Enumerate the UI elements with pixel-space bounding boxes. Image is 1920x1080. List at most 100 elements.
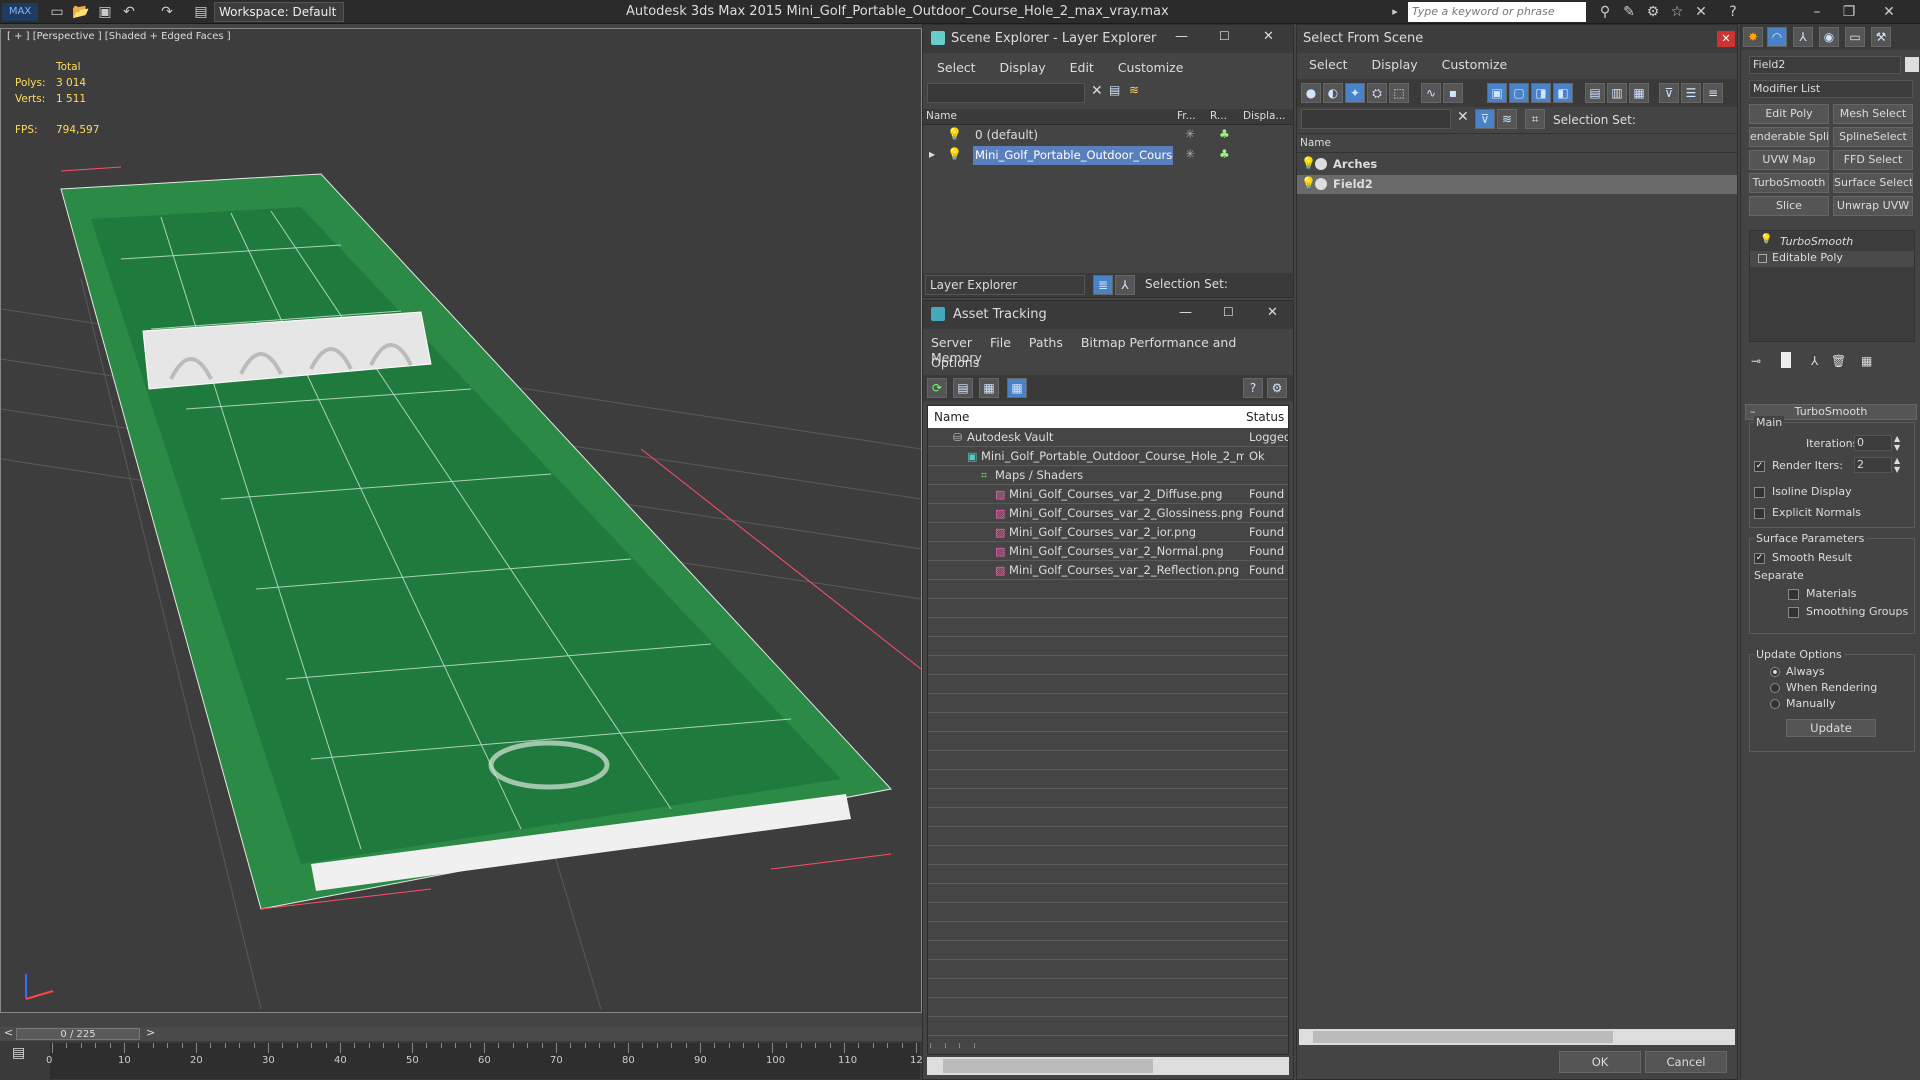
prev-frame-icon[interactable]: < — [4, 1026, 13, 1039]
close-icon[interactable]: ✕ — [1880, 3, 1898, 21]
max-logo-icon[interactable]: MAX — [2, 3, 38, 21]
workspace-dropdown[interactable]: Workspace: Default — [214, 2, 344, 22]
asset-row[interactable]: ▨ Mini_Golf_Courses_var_2_Glossiness.png F… — [928, 504, 1288, 523]
settings-icon[interactable]: ⚙ — [1267, 378, 1287, 398]
menu-select[interactable]: Select — [937, 60, 976, 75]
menu-paths[interactable]: Paths — [1029, 335, 1063, 350]
close-icon[interactable]: ✕ — [1267, 305, 1278, 320]
minimize-icon[interactable]: — — [1179, 305, 1192, 320]
update-button[interactable]: Update — [1786, 719, 1876, 737]
undo-icon[interactable]: ↶ — [120, 3, 138, 21]
menu-customize[interactable]: Customize — [1442, 57, 1508, 72]
modifier-button[interactable]: Mesh Select — [1833, 104, 1913, 124]
hierarchy-tab-icon[interactable]: ⅄ — [1793, 27, 1813, 47]
modifier-button[interactable]: UVW Map — [1749, 150, 1829, 170]
select-all-icon[interactable]: ▣ — [1487, 83, 1507, 103]
spinner-arrows-icon[interactable]: ▲ ▼ — [1894, 456, 1900, 474]
spinner-arrows-icon[interactable]: ▲ ▼ — [1894, 434, 1900, 452]
freeze-icon[interactable]: ✳ — [1185, 127, 1195, 141]
pin-stack-icon[interactable]: ⊸ — [1751, 354, 1761, 368]
scene-search-field[interactable] — [927, 83, 1085, 103]
make-unique-icon[interactable]: ⅄ — [1811, 354, 1818, 368]
display-lights-icon[interactable]: ✦ — [1345, 83, 1365, 103]
column-name[interactable]: Name — [926, 110, 957, 122]
perspective-viewport[interactable]: [ + ] [Perspective ] [Shaded + Edged Fac… — [0, 28, 922, 1013]
time-slider[interactable]: < 0 / 225 > — [0, 1026, 922, 1041]
help-icon[interactable]: ? — [1243, 378, 1263, 398]
menu-select[interactable]: Select — [1309, 57, 1348, 72]
select-dependents-icon[interactable]: ◧ — [1553, 83, 1573, 103]
filter-icon[interactable]: ▤ — [1109, 83, 1120, 97]
create-tab-icon[interactable]: ✸ — [1743, 27, 1763, 47]
save-icon[interactable]: ▣ — [96, 3, 114, 21]
project-folder-icon[interactable]: ▤ — [192, 3, 210, 21]
subscription-icon[interactable]: ⚙ — [1644, 3, 1662, 21]
tree-view-icon[interactable]: ▦ — [979, 378, 999, 398]
menu-customize[interactable]: Customize — [1118, 60, 1184, 75]
ok-button[interactable]: OK — [1559, 1051, 1641, 1073]
show-end-result-icon[interactable] — [1781, 352, 1791, 368]
cancel-button[interactable]: Cancel — [1645, 1051, 1727, 1073]
list-view-icon[interactable]: ▤ — [953, 378, 973, 398]
menu-server[interactable]: Server — [931, 335, 972, 350]
modifier-list-dropdown[interactable]: Modifier List — [1749, 80, 1913, 98]
exchange-icon[interactable]: ✕ — [1692, 3, 1710, 21]
menu-display[interactable]: Display — [1372, 57, 1418, 72]
expand-box-icon[interactable] — [1758, 254, 1767, 263]
horizontal-scrollbar[interactable] — [927, 1057, 1289, 1075]
binoculars-icon[interactable]: ⚲ — [1596, 3, 1614, 21]
column-name[interactable]: Name — [934, 410, 969, 424]
close-icon[interactable]: ✕ — [1717, 31, 1735, 47]
search-input[interactable]: Type a keyword or phrase — [1408, 2, 1586, 22]
next-frame-icon[interactable]: > — [146, 1026, 155, 1039]
bulb-icon[interactable]: 💡 — [1301, 176, 1316, 190]
when-rendering-radio[interactable] — [1770, 681, 1785, 694]
scrollbar-thumb[interactable] — [943, 1059, 1153, 1073]
object-name-field[interactable]: Field2 — [1749, 56, 1901, 74]
asset-row[interactable]: ▨ Mini_Golf_Courses_var_2_ior.png Found — [928, 523, 1288, 542]
timeline-settings-icon[interactable]: ▤ — [0, 1043, 40, 1067]
asset-row[interactable]: ⛁ Autodesk Vault Logged — [928, 428, 1288, 447]
menu-file[interactable]: File — [990, 335, 1011, 350]
render-iters-spinner[interactable]: 2 — [1854, 457, 1892, 473]
asset-row[interactable]: ⌗ Maps / Shaders — [928, 466, 1288, 485]
asset-row[interactable]: ▣ Mini_Golf_Portable_Outdoor_Course_Hole_… — [928, 447, 1288, 466]
tools-icon[interactable]: ✎ — [1620, 3, 1638, 21]
scene-object-row[interactable]: 💡 Field2 — [1297, 175, 1737, 194]
iterations-spinner[interactable]: 0 — [1854, 435, 1892, 451]
time-ruler[interactable]: 0 10 20 30 40 50 60 70 80 90 100 110 12 — [46, 1043, 975, 1079]
layers-icon[interactable]: ≋ — [1497, 109, 1517, 129]
always-radio[interactable] — [1770, 665, 1785, 678]
layer-row[interactable]: 💡 0 (default) ✳ ♣ — [923, 126, 1293, 145]
layers-icon[interactable]: ≋ — [1129, 83, 1139, 97]
restore-icon[interactable]: ❐ — [1840, 3, 1858, 21]
asset-row[interactable]: ▨ Mini_Golf_Courses_var_2_Reflection.png F… — [928, 561, 1288, 580]
utilities-tab-icon[interactable]: ⚒ — [1871, 27, 1891, 47]
layers-toggle-icon[interactable]: ≣ — [1093, 275, 1113, 295]
render-teapot-icon[interactable]: ♣ — [1219, 127, 1230, 141]
asset-row[interactable]: ▨ Mini_Golf_Courses_var_2_Normal.png Found — [928, 542, 1288, 561]
menu-display[interactable]: Display — [1000, 60, 1046, 75]
display-shapes-icon[interactable]: ◐ — [1323, 83, 1343, 103]
explicit-normals-checkbox[interactable] — [1754, 506, 1770, 519]
motion-tab-icon[interactable]: ◉ — [1819, 27, 1839, 47]
help-icon[interactable]: ? — [1724, 3, 1742, 21]
column-frozen[interactable]: Fr... — [1177, 110, 1196, 122]
bulb-icon[interactable]: 💡 — [947, 147, 962, 161]
layer-explorer-dropdown[interactable]: Layer Explorer — [925, 275, 1085, 295]
select-invert-icon[interactable]: ◨ — [1531, 83, 1551, 103]
render-teapot-icon[interactable]: ♣ — [1219, 147, 1230, 161]
modifier-button[interactable]: SplineSelect — [1833, 127, 1913, 147]
modify-tab-icon[interactable]: ◠ — [1767, 27, 1787, 47]
modifier-button[interactable]: FFD Select — [1833, 150, 1913, 170]
redo-icon[interactable]: ↷ — [158, 3, 176, 21]
filter-options-icon[interactable]: ≡ — [1703, 83, 1723, 103]
modifier-button[interactable]: TurboSmooth — [1749, 173, 1829, 193]
horizontal-scrollbar[interactable] — [1299, 1029, 1735, 1045]
column-display[interactable]: Displa... — [1243, 110, 1286, 122]
open-file-icon[interactable]: 📂 — [72, 3, 90, 21]
clear-search-icon[interactable]: ✕ — [1457, 109, 1469, 125]
materials-checkbox[interactable] — [1788, 587, 1804, 600]
maximize-icon[interactable]: ☐ — [1223, 305, 1234, 319]
display-cameras-icon[interactable]: ⛭ — [1367, 83, 1387, 103]
